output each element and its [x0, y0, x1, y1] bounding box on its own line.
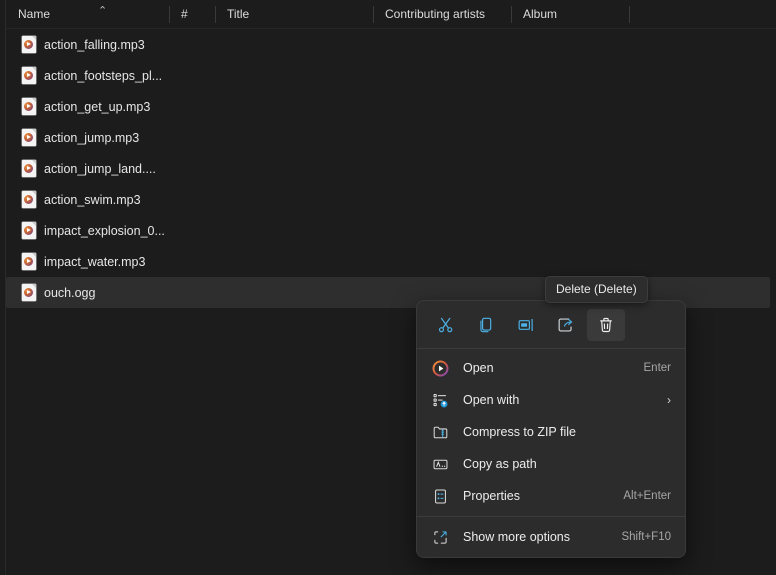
menu-item-shortcut: Shift+F10 [621, 531, 671, 543]
file-name-label: action_get_up.mp3 [44, 100, 150, 114]
menu-item-label: Open with [463, 393, 655, 407]
menu-item-show-more-options[interactable]: Show more options Shift+F10 [417, 521, 685, 553]
file-name-label: impact_explosion_0... [44, 224, 165, 238]
file-list: action_falling.mp3 action_footsteps_pl..… [6, 29, 776, 308]
delete-button[interactable] [587, 309, 625, 341]
context-menu-items: Open Enter Open with › [417, 349, 685, 557]
audio-file-icon [22, 222, 36, 239]
file-name-label: action_jump_land.... [44, 162, 156, 176]
column-header-name[interactable]: Name ⌃ [6, 0, 169, 28]
zip-folder-icon [431, 423, 449, 441]
file-name-label: action_falling.mp3 [44, 38, 145, 52]
menu-item-open-with[interactable]: Open with › [417, 384, 685, 416]
rename-button[interactable] [507, 309, 545, 341]
more-options-icon [431, 528, 449, 546]
list-item[interactable]: action_jump.mp3 [6, 122, 776, 153]
trash-icon [597, 316, 615, 334]
copy-button[interactable] [467, 309, 505, 341]
properties-icon [431, 487, 449, 505]
menu-item-compress-to-zip[interactable]: Compress to ZIP file [417, 416, 685, 448]
context-menu: Open Enter Open with › [416, 300, 686, 558]
menu-item-shortcut: Enter [644, 362, 672, 374]
file-name-label: ouch.ogg [44, 286, 95, 300]
sort-ascending-icon: ⌃ [98, 0, 107, 25]
audio-file-icon [22, 36, 36, 53]
file-name-label: action_jump.mp3 [44, 131, 139, 145]
menu-item-label: Show more options [463, 530, 609, 544]
menu-item-properties[interactable]: Properties Alt+Enter [417, 480, 685, 512]
delete-tooltip: Delete (Delete) [545, 276, 648, 303]
audio-file-icon [22, 253, 36, 270]
copy-icon [477, 316, 495, 334]
open-with-icon [431, 391, 449, 409]
list-item[interactable]: impact_water.mp3 [6, 246, 776, 277]
menu-item-label: Properties [463, 489, 611, 503]
audio-file-icon [22, 98, 36, 115]
menu-item-label: Open [463, 361, 632, 375]
list-item[interactable]: action_footsteps_pl... [6, 60, 776, 91]
menu-item-open[interactable]: Open Enter [417, 352, 685, 384]
cut-button[interactable] [427, 309, 465, 341]
audio-file-icon [22, 284, 36, 301]
list-item[interactable]: action_jump_land.... [6, 153, 776, 184]
media-player-play-icon [431, 359, 449, 377]
scissors-icon [437, 316, 455, 334]
list-item[interactable]: impact_explosion_0... [6, 215, 776, 246]
column-header-album[interactable]: Album [511, 0, 629, 28]
menu-item-copy-as-path[interactable]: Copy as path [417, 448, 685, 480]
column-header-title[interactable]: Title [215, 0, 373, 28]
share-icon [557, 316, 575, 334]
column-header-row: Name ⌃ # Title Contributing artists Albu… [6, 0, 776, 29]
audio-file-icon [22, 160, 36, 177]
share-button[interactable] [547, 309, 585, 341]
column-header-name-label: Name [18, 7, 50, 21]
menu-item-label: Compress to ZIP file [463, 425, 659, 439]
file-name-label: action_footsteps_pl... [44, 69, 162, 83]
audio-file-icon [22, 67, 36, 84]
list-item[interactable]: action_swim.mp3 [6, 184, 776, 215]
menu-item-label: Copy as path [463, 457, 659, 471]
chevron-right-icon: › [667, 394, 671, 406]
audio-file-icon [22, 191, 36, 208]
file-name-label: action_swim.mp3 [44, 193, 141, 207]
column-header-track-number[interactable]: # [169, 0, 215, 28]
copy-path-icon [431, 455, 449, 473]
context-menu-item-separator [417, 516, 685, 517]
list-item[interactable]: action_get_up.mp3 [6, 91, 776, 122]
menu-item-shortcut: Alt+Enter [623, 490, 671, 502]
audio-file-icon [22, 129, 36, 146]
list-item[interactable]: action_falling.mp3 [6, 29, 776, 60]
rename-icon [517, 316, 535, 334]
file-name-label: impact_water.mp3 [44, 255, 145, 269]
context-menu-toolbar [417, 301, 685, 348]
column-header-contributing-artists[interactable]: Contributing artists [373, 0, 511, 28]
column-header-end-divider [629, 0, 630, 28]
